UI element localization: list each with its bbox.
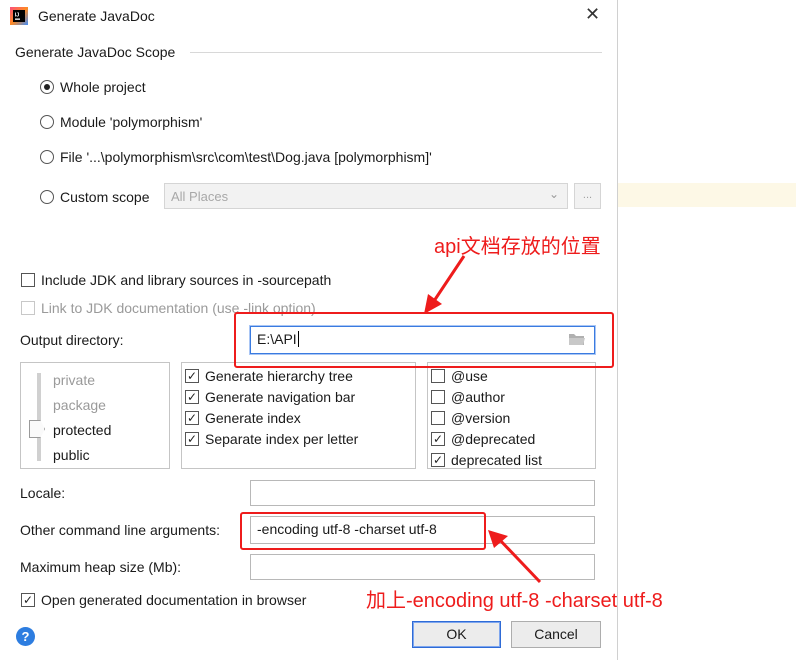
visibility-level: private: [53, 372, 96, 388]
scope-option-custom[interactable]: Custom scope: [40, 189, 149, 205]
scope-option-module[interactable]: Module 'polymorphism': [40, 114, 202, 130]
annotation-encoding-hint: 加上-encoding utf-8 -charset utf-8: [366, 590, 663, 612]
cancel-button[interactable]: Cancel: [511, 621, 601, 648]
visibility-panel: private package protected public: [20, 362, 170, 469]
tag-option[interactable]: @version: [431, 407, 542, 428]
scope-group-label: Generate JavaDoc Scope: [15, 44, 176, 60]
annotation-arrow-icon: [488, 530, 542, 584]
tag-option-label: @author: [451, 388, 505, 405]
radio-button[interactable]: [40, 150, 54, 164]
scope-option-whole-project[interactable]: Whole project: [40, 79, 146, 95]
checkbox[interactable]: [431, 410, 445, 425]
radio-button[interactable]: [40, 115, 54, 129]
generate-option[interactable]: ✓ Separate index per letter: [185, 428, 358, 449]
dialog-title: Generate JavaDoc: [38, 8, 155, 24]
help-icon[interactable]: ?: [16, 627, 35, 646]
open-in-browser-option[interactable]: ✓ Open generated documentation in browse…: [21, 589, 306, 610]
visibility-level: public: [53, 447, 90, 463]
visibility-slider-thumb[interactable]: [29, 420, 45, 438]
generate-option-label: Generate index: [205, 409, 301, 426]
checkbox: [21, 300, 35, 315]
annotation-highlight-args: [240, 512, 486, 550]
scope-option-file[interactable]: File '...\polymorphism\src\com\test\Dog.…: [40, 149, 432, 165]
generate-option-label: Generate hierarchy tree: [205, 367, 353, 384]
close-icon[interactable]: ✕: [585, 4, 600, 25]
annotation-highlight-output: [234, 312, 614, 368]
checkbox[interactable]: [21, 272, 35, 287]
background-editor-highlight: [618, 183, 796, 207]
visibility-slider-track[interactable]: [37, 373, 41, 461]
generate-option[interactable]: ✓ Generate navigation bar: [185, 386, 358, 407]
tag-option[interactable]: ✓ deprecated list: [431, 449, 542, 470]
locale-field[interactable]: [250, 480, 595, 506]
scope-option-label: Module 'polymorphism': [60, 114, 203, 130]
browse-scope-button[interactable]: ...: [574, 183, 601, 209]
tag-option-label: @deprecated: [451, 430, 536, 447]
chevron-down-icon: ⌄: [548, 187, 559, 201]
group-separator: [190, 52, 602, 53]
generate-option[interactable]: ✓ Generate index: [185, 407, 358, 428]
tag-option-label: @use: [451, 367, 488, 384]
include-jdk-option[interactable]: Include JDK and library sources in -sour…: [21, 269, 331, 290]
tag-option[interactable]: @author: [431, 386, 542, 407]
ok-button[interactable]: OK: [412, 621, 501, 648]
open-in-browser-label: Open generated documentation in browser: [41, 591, 307, 608]
output-directory-label: Output directory:: [20, 332, 124, 348]
visibility-level: package: [53, 397, 106, 413]
checkbox-checked[interactable]: ✓: [185, 389, 199, 404]
tag-option[interactable]: ✓ @deprecated: [431, 428, 542, 449]
locale-label: Locale:: [20, 485, 66, 501]
svg-text:IJ: IJ: [15, 13, 20, 19]
generate-option-label: Generate navigation bar: [205, 388, 356, 405]
checkbox-checked[interactable]: ✓: [431, 452, 445, 467]
checkbox[interactable]: [431, 368, 445, 383]
include-jdk-label: Include JDK and library sources in -sour…: [41, 271, 332, 288]
generate-option[interactable]: ✓ Generate hierarchy tree: [185, 365, 358, 386]
tag-option-label: deprecated list: [451, 451, 543, 468]
tag-option-label: @version: [451, 409, 511, 426]
custom-scope-combo[interactable]: All Places ⌄: [164, 183, 568, 209]
checkbox[interactable]: [431, 389, 445, 404]
tags-panel: @use @author @version ✓ @deprecated ✓ de…: [427, 362, 596, 469]
tag-option[interactable]: @use: [431, 365, 542, 386]
scope-option-label: File '...\polymorphism\src\com\test\Dog.…: [60, 149, 432, 165]
visibility-level-selected: protected: [53, 422, 112, 438]
radio-button[interactable]: [40, 80, 54, 94]
intellij-logo-icon: IJ: [10, 7, 28, 25]
other-args-label: Other command line arguments:: [20, 522, 220, 538]
checkbox-checked[interactable]: ✓: [185, 431, 199, 446]
checkbox-checked[interactable]: ✓: [185, 410, 199, 425]
checkbox-checked[interactable]: ✓: [21, 592, 35, 607]
generate-options-panel: ✓ Generate hierarchy tree ✓ Generate nav…: [181, 362, 416, 469]
checkbox-checked[interactable]: ✓: [431, 431, 445, 446]
generate-option-label: Separate index per letter: [205, 430, 359, 447]
scope-option-label: Custom scope: [60, 189, 150, 205]
checkbox-checked[interactable]: ✓: [185, 368, 199, 383]
heap-size-label: Maximum heap size (Mb):: [20, 559, 182, 575]
custom-scope-value: All Places: [171, 189, 229, 204]
annotation-arrow-icon: [424, 255, 466, 314]
radio-button[interactable]: [40, 190, 54, 204]
scope-option-label: Whole project: [60, 79, 146, 95]
